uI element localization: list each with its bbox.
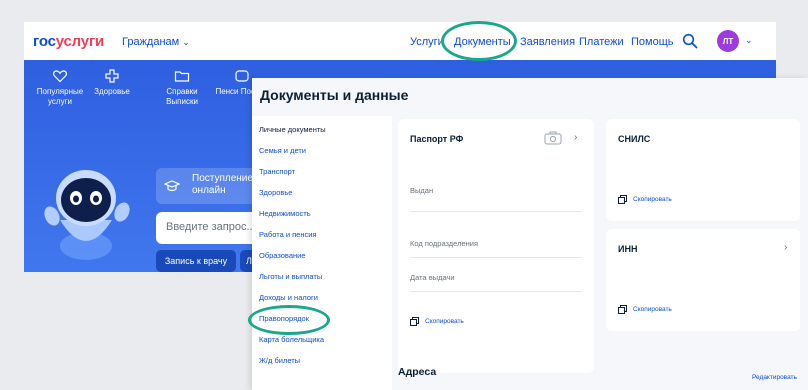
chevron-down-icon: ⌄ bbox=[182, 37, 190, 47]
search-input[interactable]: Введите запрос... bbox=[156, 212, 266, 244]
chevron-down-icon[interactable]: ⌄ bbox=[745, 35, 753, 46]
category-label: Популярные услуги bbox=[36, 87, 84, 106]
snils-copy-button[interactable]: Скопировать bbox=[618, 195, 672, 204]
category-label: Здоровье bbox=[94, 87, 130, 96]
citizens-menu-label: Гражданам bbox=[122, 36, 180, 48]
sidenav-item-work-pension[interactable]: Работа и пенсия bbox=[259, 230, 316, 239]
inn-card-title: ИНН bbox=[618, 244, 638, 254]
citizens-menu[interactable]: Гражданам ⌄ bbox=[122, 36, 190, 48]
snils-card[interactable]: СНИЛС Скопировать bbox=[606, 119, 800, 221]
page-title: Документы и данные bbox=[260, 87, 409, 103]
field-divider bbox=[410, 291, 582, 292]
category-popular[interactable]: Популярные услуги bbox=[30, 68, 90, 107]
robot-mascot-icon bbox=[44, 170, 130, 260]
passport-issue-date-label: Дата выдачи bbox=[410, 273, 455, 282]
passport-division-code-label: Код подразделения bbox=[410, 239, 479, 248]
passport-copy-button[interactable]: Скопировать bbox=[410, 317, 464, 326]
health-cross-icon bbox=[105, 69, 119, 83]
passport-card-title: Паспорт РФ bbox=[410, 134, 464, 144]
avatar[interactable]: ЛТ bbox=[717, 30, 739, 52]
passport-issued-label: Выдан bbox=[410, 186, 434, 195]
sidenav-item-income-taxes[interactable]: Доходы и налоги bbox=[259, 293, 318, 302]
nav-applications[interactable]: Заявления bbox=[520, 36, 575, 48]
folder-icon bbox=[174, 71, 190, 82]
sidenav-item-law-enforcement[interactable]: Правопорядок bbox=[259, 314, 309, 323]
sidenav-item-benefits[interactable]: Льготы и выплаты bbox=[259, 272, 322, 281]
passport-card[interactable]: Паспорт РФ › Выдан Код подразделения Дат… bbox=[398, 119, 594, 373]
graduation-cap-icon bbox=[164, 180, 180, 192]
addresses-title: Адреса bbox=[398, 366, 437, 378]
admission-online-card[interactable]: Поступление в онлайн bbox=[156, 168, 266, 204]
sidenav-item-real-estate[interactable]: Недвижимость bbox=[259, 209, 311, 218]
nav-services[interactable]: Услуги bbox=[410, 36, 444, 48]
admission-online-text: Поступление в онлайн bbox=[192, 173, 262, 196]
top-header: госуслуги Гражданам ⌄ Услуги Документы За… bbox=[24, 22, 776, 60]
copy-label: Скопировать bbox=[633, 196, 672, 204]
copy-icon bbox=[618, 195, 627, 204]
sidenav-item-health[interactable]: Здоровье bbox=[259, 188, 292, 197]
category-label: Справки Выписки bbox=[166, 87, 198, 106]
nav-help[interactable]: Помощь bbox=[631, 36, 674, 48]
logo-part-gos: гос bbox=[33, 33, 56, 50]
logo-part-uslugi: услуги bbox=[55, 33, 105, 50]
sidenav-item-personal-documents[interactable]: Личные документы bbox=[259, 125, 326, 134]
sidenav-item-transport[interactable]: Транспорт bbox=[259, 167, 295, 176]
doctor-appointment-button[interactable]: Запись к врачу bbox=[156, 250, 236, 272]
sidenav-item-train-tickets[interactable]: Ж/д билеты bbox=[259, 356, 300, 365]
nav-documents[interactable]: Документы bbox=[454, 36, 511, 48]
inn-card[interactable]: ИНН › Скопировать bbox=[606, 229, 800, 331]
field-divider bbox=[410, 211, 582, 212]
category-health[interactable]: Здоровье bbox=[82, 68, 142, 97]
copy-label: Скопировать bbox=[425, 318, 464, 326]
edit-addresses-link[interactable]: Редактировать bbox=[752, 374, 797, 381]
camera-icon[interactable] bbox=[544, 131, 562, 145]
nav-payments[interactable]: Платежи bbox=[579, 36, 624, 48]
snils-card-title: СНИЛС bbox=[618, 134, 651, 144]
sidenav-item-fan-card[interactable]: Карта болельщика bbox=[259, 335, 324, 344]
documents-and-data-window: Документы и данные Личные документы Семь… bbox=[252, 78, 808, 390]
heart-icon bbox=[53, 70, 67, 83]
documents-sidenav: Личные документы Семья и дети Транспорт … bbox=[252, 116, 392, 390]
chevron-right-icon[interactable]: › bbox=[784, 242, 787, 253]
category-certificates[interactable]: Справки Выписки bbox=[152, 68, 212, 107]
gosuslugi-logo[interactable]: госуслуги bbox=[33, 33, 104, 50]
copy-icon bbox=[618, 305, 627, 314]
sidenav-item-education[interactable]: Образование bbox=[259, 251, 306, 260]
copy-label: Скопировать bbox=[633, 306, 672, 314]
search-icon[interactable] bbox=[682, 33, 698, 49]
pension-icon bbox=[235, 70, 249, 82]
field-divider bbox=[410, 257, 582, 258]
inn-copy-button[interactable]: Скопировать bbox=[618, 305, 672, 314]
chevron-right-icon[interactable]: › bbox=[574, 132, 577, 143]
sidenav-item-family[interactable]: Семья и дети bbox=[259, 146, 306, 155]
copy-icon bbox=[410, 317, 419, 326]
